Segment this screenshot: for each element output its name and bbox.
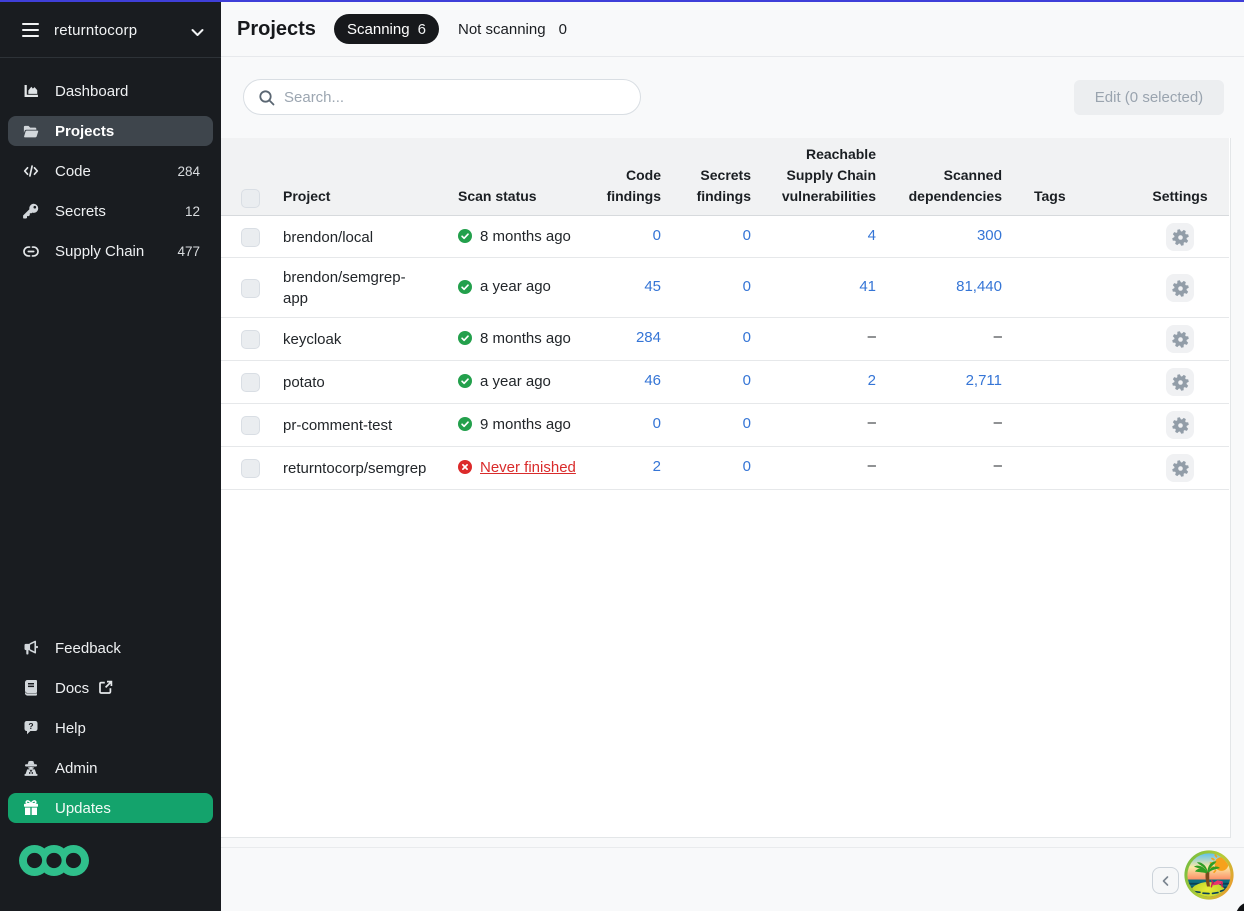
svg-text:?: ? (28, 721, 33, 731)
